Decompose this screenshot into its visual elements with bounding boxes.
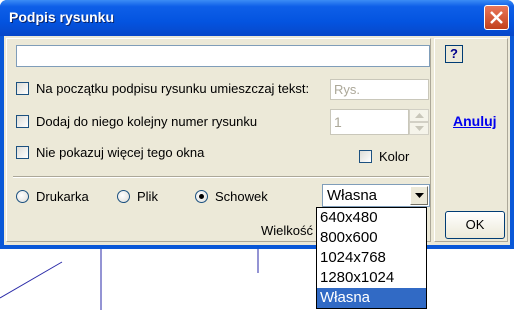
size-dropdown-button[interactable] xyxy=(410,186,428,205)
ok-button[interactable]: OK xyxy=(445,211,505,239)
printer-radio[interactable] xyxy=(16,189,29,203)
prefix-label: Na początku podpisu rysunku umieszczaj t… xyxy=(36,80,310,96)
printer-option[interactable]: Drukarka xyxy=(16,187,89,205)
buttons-panel: ? Anuluj OK xyxy=(434,38,508,242)
dialog-window: Podpis rysunku Na początku podpisu rysun… xyxy=(0,0,514,249)
separator xyxy=(13,176,429,178)
prefix-input[interactable] xyxy=(330,79,429,100)
help-button[interactable]: ? xyxy=(445,45,463,63)
color-option[interactable]: Kolor xyxy=(359,147,409,165)
chevron-down-icon xyxy=(415,193,424,198)
color-label: Kolor xyxy=(379,148,410,164)
number-spinner[interactable] xyxy=(409,109,429,135)
dialog-body: Na początku podpisu rysunku umieszczaj t… xyxy=(4,36,510,245)
cancel-link[interactable]: Anuluj xyxy=(453,113,497,129)
size-option-custom[interactable]: Własna xyxy=(317,288,426,308)
spin-up-button[interactable] xyxy=(409,109,429,122)
close-button[interactable] xyxy=(484,5,509,30)
chevron-down-icon xyxy=(415,126,424,131)
clipboard-option[interactable]: Schowek xyxy=(195,187,268,205)
close-icon xyxy=(490,11,503,24)
number-label: Dodaj do niego kolejny numer rysunku xyxy=(36,113,258,129)
printer-label: Drukarka xyxy=(36,188,89,204)
number-option[interactable]: Dodaj do niego kolejny numer rysunku xyxy=(16,112,257,130)
window-title: Podpis rysunku xyxy=(9,9,115,25)
hide-label: Nie pokazuj więcej tego okna xyxy=(36,144,205,160)
size-select[interactable]: Własna xyxy=(322,184,430,207)
file-label: Plik xyxy=(137,188,158,204)
size-dropdown-list[interactable]: 640x480 800x600 1024x768 1280x1024 Własn… xyxy=(316,207,427,309)
file-radio[interactable] xyxy=(117,189,130,203)
prefix-option[interactable]: Na początku podpisu rysunku umieszczaj t… xyxy=(16,79,309,97)
color-checkbox[interactable] xyxy=(359,149,372,163)
size-label: Wielkość xyxy=(261,223,314,238)
spin-down-button[interactable] xyxy=(409,122,429,135)
hide-option[interactable]: Nie pokazuj więcej tego okna xyxy=(16,143,204,161)
size-option-1280x1024[interactable]: 1280x1024 xyxy=(317,268,426,288)
size-option-1024x768[interactable]: 1024x768 xyxy=(317,248,426,268)
size-option-640x480[interactable]: 640x480 xyxy=(317,208,426,228)
hide-checkbox[interactable] xyxy=(16,145,29,159)
file-option[interactable]: Plik xyxy=(117,187,158,205)
clipboard-radio[interactable] xyxy=(195,189,208,203)
chevron-up-icon xyxy=(415,113,424,118)
number-input[interactable] xyxy=(330,109,409,135)
prefix-checkbox[interactable] xyxy=(16,81,29,95)
clipboard-label: Schowek xyxy=(215,188,268,204)
number-checkbox[interactable] xyxy=(16,114,29,128)
size-option-800x600[interactable]: 800x600 xyxy=(317,228,426,248)
caption-input[interactable] xyxy=(16,45,430,67)
title-bar[interactable]: Podpis rysunku xyxy=(0,0,514,36)
size-select-value: Własna xyxy=(327,187,378,204)
